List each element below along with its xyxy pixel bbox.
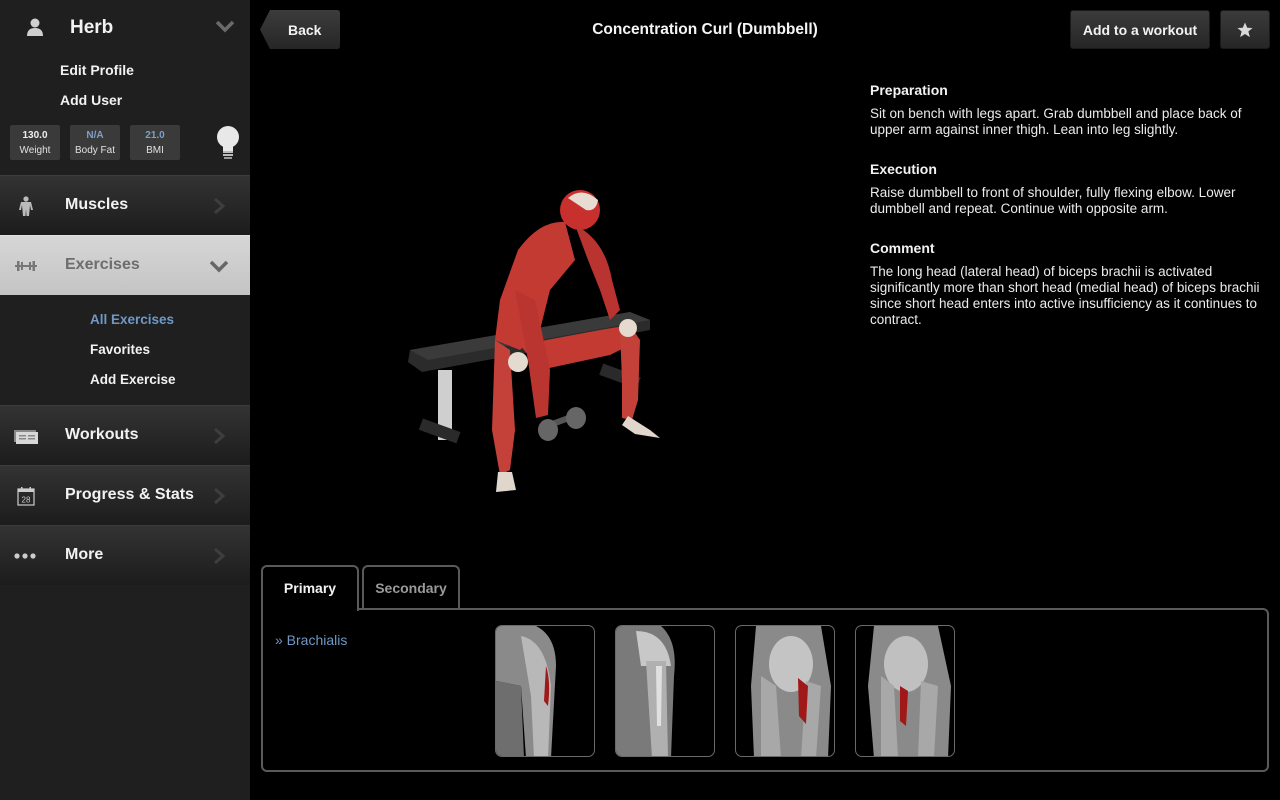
nav-item-workouts[interactable]: Workouts: [0, 405, 250, 465]
stat-weight-label: Weight: [19, 145, 51, 156]
nav-item-muscles[interactable]: Muscles: [0, 175, 250, 235]
arm-back-image: [751, 626, 831, 756]
chevron-right-icon: [214, 427, 226, 445]
nav-label-more: More: [65, 546, 104, 563]
muscle-thumbnail[interactable]: [855, 625, 955, 757]
chevron-right-icon: [214, 487, 226, 505]
profile-header[interactable]: Herb: [0, 0, 250, 56]
stat-bmi[interactable]: 21.0 BMI: [130, 125, 180, 160]
add-user-link[interactable]: Add User: [60, 92, 122, 108]
sub-link-add-exercise[interactable]: Add Exercise: [90, 372, 176, 387]
body-icon: [19, 196, 33, 216]
muscle-thumbnail[interactable]: [615, 625, 715, 757]
nav-label-workouts: Workouts: [65, 426, 139, 443]
nav-item-more[interactable]: More: [0, 525, 250, 585]
add-to-workout-button[interactable]: Add to a workout: [1070, 10, 1210, 49]
nav-item-progress-stats[interactable]: 28 Progress & Stats: [0, 465, 250, 525]
sub-link-all-exercises[interactable]: All Exercises: [90, 312, 174, 327]
arm-side-image: [616, 626, 675, 756]
exercise-illustration: [408, 190, 660, 492]
workouts-icon: [14, 430, 38, 444]
muscle-figure: [492, 190, 660, 492]
chevron-down-icon: [209, 260, 229, 273]
preparation-heading: Preparation: [870, 82, 948, 98]
favorite-button[interactable]: [1220, 10, 1270, 49]
preparation-text: Sit on bench with legs apart. Grab dumbb…: [870, 106, 1242, 137]
comment-text: The long head (lateral head) of biceps b…: [870, 264, 1260, 327]
chevron-down-icon[interactable]: [214, 18, 236, 34]
nav-label-muscles: Muscles: [65, 196, 129, 213]
nav-item-exercises[interactable]: Exercises: [0, 235, 250, 295]
arm-front-image: [496, 626, 556, 756]
nav-label-progress-stats: Progress & Stats: [65, 486, 194, 503]
stat-body-fat-value: N/A: [86, 130, 104, 141]
muscle-link-brachialis[interactable]: » Brachialis: [275, 632, 347, 648]
more-dots-icon: [14, 553, 36, 559]
chevron-right-icon: [214, 197, 226, 215]
page-title: Concentration Curl (Dumbbell): [592, 21, 818, 38]
stat-body-fat[interactable]: N/A Body Fat: [70, 125, 120, 160]
lightbulb-icon[interactable]: [214, 125, 242, 161]
execution-text: Raise dumbbell to front of shoulder, ful…: [870, 185, 1236, 216]
stat-weight[interactable]: 130.0 Weight: [10, 125, 60, 160]
comment-section: Comment The long head (lateral head) of …: [870, 240, 1265, 328]
arm-back-alt-image: [868, 626, 951, 756]
stat-bmi-label: BMI: [146, 145, 164, 156]
preparation-section: Preparation Sit on bench with legs apart…: [870, 82, 1265, 138]
svg-text:28: 28: [22, 496, 31, 505]
execution-heading: Execution: [870, 161, 937, 177]
nav-label-exercises: Exercises: [65, 256, 140, 273]
calendar-icon: 28: [17, 487, 35, 506]
stat-weight-value: 130.0: [22, 130, 48, 141]
back-button[interactable]: Back: [260, 10, 340, 49]
star-icon: [1237, 22, 1253, 38]
edit-profile-link[interactable]: Edit Profile: [60, 62, 134, 78]
chevron-right-icon: [214, 547, 226, 565]
back-label: Back: [288, 22, 322, 38]
muscle-thumbnail[interactable]: [495, 625, 595, 757]
execution-section: Execution Raise dumbbell to front of sho…: [870, 161, 1265, 217]
stat-body-fat-label: Body Fat: [74, 145, 116, 156]
sub-link-favorites[interactable]: Favorites: [90, 342, 150, 357]
stat-bmi-value: 21.0: [145, 130, 165, 141]
comment-heading: Comment: [870, 240, 935, 256]
tab-primary[interactable]: Primary: [261, 565, 359, 611]
muscle-thumbnail[interactable]: [735, 625, 835, 757]
tab-secondary[interactable]: Secondary: [362, 565, 460, 610]
sidebar: Herb Edit Profile Add User 130.0 Weight …: [0, 0, 250, 800]
dumbbell-icon: [15, 261, 37, 271]
profile-name: Herb: [70, 17, 114, 38]
user-icon: [27, 18, 43, 36]
